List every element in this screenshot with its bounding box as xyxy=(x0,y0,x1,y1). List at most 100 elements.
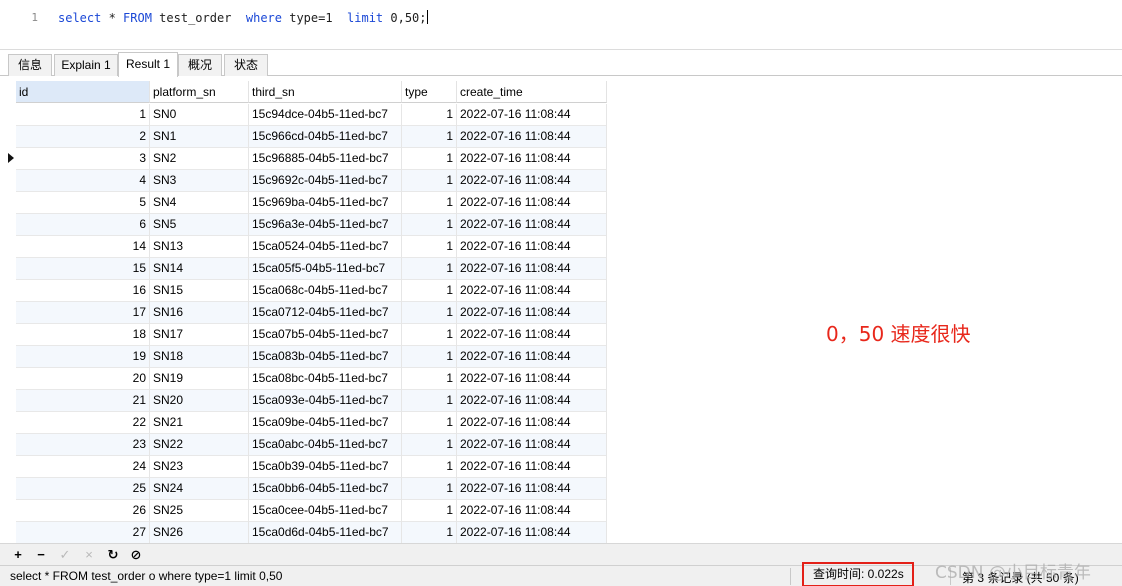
cell-create-time[interactable]: 2022-07-16 11:08:44 xyxy=(457,500,607,522)
refresh-icon[interactable]: ↻ xyxy=(105,547,121,563)
add-row-icon[interactable]: + xyxy=(10,547,26,563)
column-header-create-time[interactable]: create_time xyxy=(457,81,607,103)
cell-platform-sn[interactable]: SN0 xyxy=(150,104,249,126)
cell-platform-sn[interactable]: SN24 xyxy=(150,478,249,500)
cell-id[interactable]: 14 xyxy=(16,236,150,258)
cell-type[interactable]: 1 xyxy=(402,104,457,126)
cell-id[interactable]: 5 xyxy=(16,192,150,214)
cell-platform-sn[interactable]: SN2 xyxy=(150,148,249,170)
cell-third-sn[interactable]: 15ca0712-04b5-11ed-bc7 xyxy=(249,302,402,324)
cell-create-time[interactable]: 2022-07-16 11:08:44 xyxy=(457,104,607,126)
cell-third-sn[interactable]: 15ca07b5-04b5-11ed-bc7 xyxy=(249,324,402,346)
cell-create-time[interactable]: 2022-07-16 11:08:44 xyxy=(457,522,607,544)
cell-id[interactable]: 18 xyxy=(16,324,150,346)
table-row[interactable]: 6 SN5 15c96a3e-04b5-11ed-bc7 1 2022-07-16 11… xyxy=(16,214,607,236)
table-row[interactable]: 3 SN2 15c96885-04b5-11ed-bc7 1 2022-07-16 11… xyxy=(16,148,607,170)
cell-platform-sn[interactable]: SN4 xyxy=(150,192,249,214)
cell-platform-sn[interactable]: SN25 xyxy=(150,500,249,522)
cell-type[interactable]: 1 xyxy=(402,456,457,478)
cell-platform-sn[interactable]: SN1 xyxy=(150,126,249,148)
cell-create-time[interactable]: 2022-07-16 11:08:44 xyxy=(457,368,607,390)
cell-create-time[interactable]: 2022-07-16 11:08:44 xyxy=(457,214,607,236)
table-row[interactable]: 18 SN17 15ca07b5-04b5-11ed-bc7 1 2022-07-16 … xyxy=(16,324,607,346)
column-header-platform-sn[interactable]: platform_sn xyxy=(150,81,249,103)
table-row[interactable]: 14 SN13 15ca0524-04b5-11ed-bc7 1 2022-07-16 … xyxy=(16,236,607,258)
cell-id[interactable]: 16 xyxy=(16,280,150,302)
cell-id[interactable]: 17 xyxy=(16,302,150,324)
cell-third-sn[interactable]: 15c94dce-04b5-11ed-bc7 xyxy=(249,104,402,126)
cell-id[interactable]: 26 xyxy=(16,500,150,522)
cell-create-time[interactable]: 2022-07-16 11:08:44 xyxy=(457,412,607,434)
cell-create-time[interactable]: 2022-07-16 11:08:44 xyxy=(457,478,607,500)
cell-type[interactable]: 1 xyxy=(402,368,457,390)
cell-third-sn[interactable]: 15ca0d6d-04b5-11ed-bc7 xyxy=(249,522,402,544)
table-row[interactable]: 15 SN14 15ca05f5-04b5-11ed-bc7 1 2022-07-16 … xyxy=(16,258,607,280)
column-header-type[interactable]: type xyxy=(402,81,457,103)
cell-create-time[interactable]: 2022-07-16 11:08:44 xyxy=(457,324,607,346)
cell-type[interactable]: 1 xyxy=(402,434,457,456)
cell-platform-sn[interactable]: SN26 xyxy=(150,522,249,544)
cell-platform-sn[interactable]: SN3 xyxy=(150,170,249,192)
tab-overview[interactable]: 概况 xyxy=(178,54,222,76)
apply-changes-icon[interactable]: ✓ xyxy=(57,547,73,563)
cell-create-time[interactable]: 2022-07-16 11:08:44 xyxy=(457,390,607,412)
cell-id[interactable]: 27 xyxy=(16,522,150,544)
cell-third-sn[interactable]: 15ca0bb6-04b5-11ed-bc7 xyxy=(249,478,402,500)
table-row[interactable]: 1 SN0 15c94dce-04b5-11ed-bc7 1 2022-07-16 11… xyxy=(16,104,607,126)
cell-type[interactable]: 1 xyxy=(402,148,457,170)
table-row[interactable]: 2 SN1 15c966cd-04b5-11ed-bc7 1 2022-07-16 11… xyxy=(16,126,607,148)
cell-type[interactable]: 1 xyxy=(402,126,457,148)
sql-editor[interactable]: 1 select * FROM test_order where type=1 … xyxy=(0,0,1122,50)
column-header-id[interactable]: id xyxy=(16,81,150,103)
cell-type[interactable]: 1 xyxy=(402,324,457,346)
cell-third-sn[interactable]: 15c969ba-04b5-11ed-bc7 xyxy=(249,192,402,214)
cell-create-time[interactable]: 2022-07-16 11:08:44 xyxy=(457,456,607,478)
table-row[interactable]: 20 SN19 15ca08bc-04b5-11ed-bc7 1 2022-07-16 … xyxy=(16,368,607,390)
cell-type[interactable]: 1 xyxy=(402,236,457,258)
cell-id[interactable]: 24 xyxy=(16,456,150,478)
column-header-third-sn[interactable]: third_sn xyxy=(249,81,402,103)
cell-id[interactable]: 4 xyxy=(16,170,150,192)
cell-third-sn[interactable]: 15ca08bc-04b5-11ed-bc7 xyxy=(249,368,402,390)
cell-type[interactable]: 1 xyxy=(402,522,457,544)
delete-row-icon[interactable]: − xyxy=(33,547,49,563)
table-row[interactable]: 5 SN4 15c969ba-04b5-11ed-bc7 1 2022-07-16 11… xyxy=(16,192,607,214)
cell-create-time[interactable]: 2022-07-16 11:08:44 xyxy=(457,346,607,368)
cell-type[interactable]: 1 xyxy=(402,500,457,522)
cell-third-sn[interactable]: 15ca083b-04b5-11ed-bc7 xyxy=(249,346,402,368)
cell-id[interactable]: 6 xyxy=(16,214,150,236)
tab-status[interactable]: 状态 xyxy=(224,54,268,76)
cell-id[interactable]: 20 xyxy=(16,368,150,390)
cell-id[interactable]: 19 xyxy=(16,346,150,368)
cell-third-sn[interactable]: 15c96a3e-04b5-11ed-bc7 xyxy=(249,214,402,236)
sql-text[interactable]: select * FROM test_order where type=1 li… xyxy=(58,10,428,25)
table-row[interactable]: 26 SN25 15ca0cee-04b5-11ed-bc7 1 2022-07-16 … xyxy=(16,500,607,522)
cell-platform-sn[interactable]: SN23 xyxy=(150,456,249,478)
cell-third-sn[interactable]: 15c966cd-04b5-11ed-bc7 xyxy=(249,126,402,148)
cell-third-sn[interactable]: 15c96885-04b5-11ed-bc7 xyxy=(249,148,402,170)
cell-type[interactable]: 1 xyxy=(402,170,457,192)
cell-third-sn[interactable]: 15ca093e-04b5-11ed-bc7 xyxy=(249,390,402,412)
table-row[interactable]: 16 SN15 15ca068c-04b5-11ed-bc7 1 2022-07-16 … xyxy=(16,280,607,302)
cell-create-time[interactable]: 2022-07-16 11:08:44 xyxy=(457,148,607,170)
table-row[interactable]: 19 SN18 15ca083b-04b5-11ed-bc7 1 2022-07-16 … xyxy=(16,346,607,368)
cell-id[interactable]: 22 xyxy=(16,412,150,434)
cell-platform-sn[interactable]: SN5 xyxy=(150,214,249,236)
cell-id[interactable]: 21 xyxy=(16,390,150,412)
cell-id[interactable]: 23 xyxy=(16,434,150,456)
cell-type[interactable]: 1 xyxy=(402,302,457,324)
tab-explain-1[interactable]: Explain 1 xyxy=(54,54,118,76)
cell-id[interactable]: 15 xyxy=(16,258,150,280)
cell-type[interactable]: 1 xyxy=(402,412,457,434)
cell-create-time[interactable]: 2022-07-16 11:08:44 xyxy=(457,434,607,456)
table-row[interactable]: 21 SN20 15ca093e-04b5-11ed-bc7 1 2022-07-16 … xyxy=(16,390,607,412)
cell-create-time[interactable]: 2022-07-16 11:08:44 xyxy=(457,170,607,192)
table-row[interactable]: 24 SN23 15ca0b39-04b5-11ed-bc7 1 2022-07-16 … xyxy=(16,456,607,478)
cell-platform-sn[interactable]: SN22 xyxy=(150,434,249,456)
cell-type[interactable]: 1 xyxy=(402,346,457,368)
cell-third-sn[interactable]: 15c9692c-04b5-11ed-bc7 xyxy=(249,170,402,192)
cell-type[interactable]: 1 xyxy=(402,280,457,302)
cell-create-time[interactable]: 2022-07-16 11:08:44 xyxy=(457,258,607,280)
table-row[interactable]: 17 SN16 15ca0712-04b5-11ed-bc7 1 2022-07-16 … xyxy=(16,302,607,324)
cell-create-time[interactable]: 2022-07-16 11:08:44 xyxy=(457,192,607,214)
